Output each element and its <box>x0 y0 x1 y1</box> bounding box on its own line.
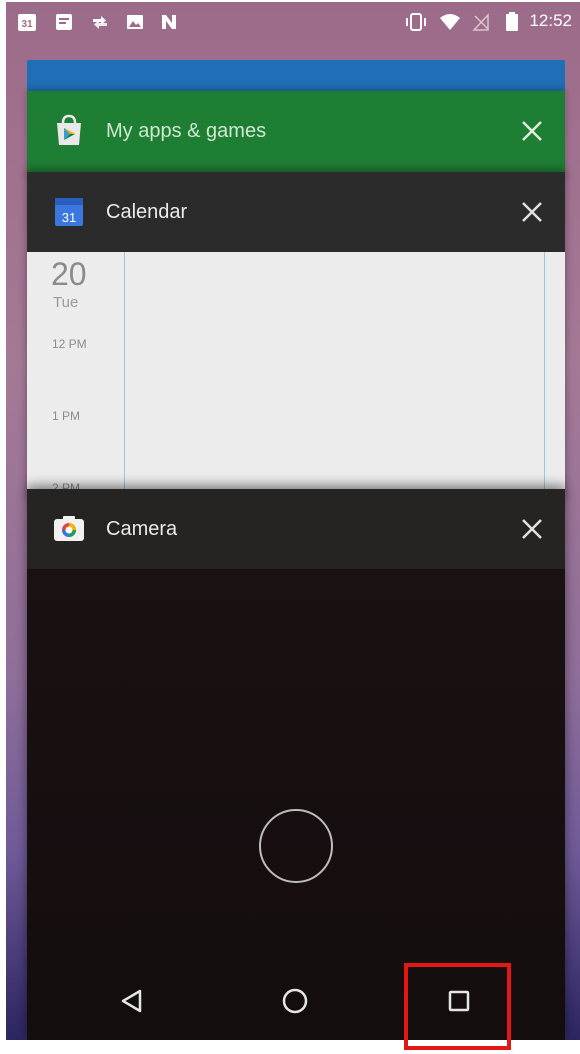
phone-screen: 31 12:52 My apps & games 31 Calendar 20 … <box>6 2 580 1040</box>
close-icon <box>522 121 542 141</box>
calendar-day-name: Tue <box>53 294 79 311</box>
calendar-time-label: 1 PM <box>52 409 81 423</box>
calendar-gridline <box>124 252 125 502</box>
wifi-icon <box>440 14 460 30</box>
back-triangle-icon <box>121 989 142 1013</box>
recent-app-card-camera[interactable]: Camera <box>27 489 565 1040</box>
close-icon <box>522 519 542 539</box>
camera-app-icon <box>54 516 84 541</box>
no-signal-icon <box>472 13 489 31</box>
google-play-icon <box>57 114 81 145</box>
calendar-time-label: 12 PM <box>52 337 87 351</box>
home-circle-icon <box>282 988 308 1014</box>
dismiss-camera-button[interactable] <box>517 514 547 544</box>
status-bar: 31 12:52 <box>6 2 580 42</box>
recents-button-highlight <box>404 963 511 1050</box>
card-header: Camera <box>27 489 565 569</box>
recent-app-card-my-apps[interactable]: My apps & games <box>27 91 565 181</box>
calendar-gridline <box>544 252 545 502</box>
card-title: My apps & games <box>106 119 267 142</box>
card-title: Camera <box>106 517 178 540</box>
notes-icon <box>56 14 72 30</box>
svg-text:31: 31 <box>21 19 33 30</box>
calendar-31-icon: 31 <box>18 14 36 31</box>
dismiss-calendar-button[interactable] <box>517 197 547 227</box>
card-header: 31 Calendar <box>27 172 565 252</box>
vibrate-icon <box>406 13 426 31</box>
card-header: My apps & games <box>27 91 565 171</box>
back-button[interactable] <box>107 976 157 1026</box>
camera-shutter-button[interactable] <box>259 809 333 883</box>
close-icon <box>522 202 542 222</box>
svg-text:31: 31 <box>62 210 76 225</box>
home-button[interactable] <box>270 976 320 1026</box>
status-clock: 12:52 <box>529 11 572 30</box>
sync-icon <box>93 16 107 29</box>
card-title: Calendar <box>106 200 188 223</box>
battery-icon <box>506 12 518 31</box>
calendar-preview: 20 Tue 12 PM 1 PM 2 PM <box>27 252 565 502</box>
calendar-day-number: 20 <box>51 256 87 292</box>
dismiss-my-apps-button[interactable] <box>517 116 547 146</box>
recent-app-card-calendar[interactable]: 31 Calendar 20 Tue 12 PM 1 PM 2 PM <box>27 172 565 502</box>
image-icon <box>127 15 143 29</box>
calendar-app-icon: 31 <box>55 198 83 226</box>
n-app-icon <box>162 15 176 29</box>
